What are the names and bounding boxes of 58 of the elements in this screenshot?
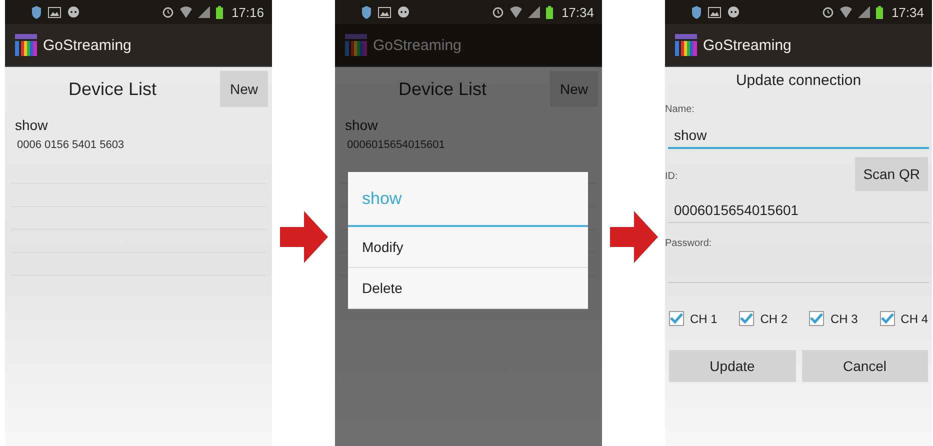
scan-qr-button[interactable]: Scan QR	[855, 157, 928, 191]
signal-icon	[858, 6, 870, 18]
field-label: ID:	[665, 170, 678, 182]
app-title: GoStreaming	[373, 36, 462, 54]
checkmark-icon	[670, 313, 683, 324]
field-label: Password:	[665, 236, 712, 248]
app-logo-icon	[343, 32, 369, 58]
clock-time: 17:16	[231, 4, 264, 20]
screen-title: Device List	[67, 78, 158, 100]
menu-item[interactable]: Modify	[348, 227, 588, 268]
clock-time: 17:34	[561, 4, 594, 20]
image-icon	[378, 6, 391, 18]
device-id: 0006 0156 5401 5603	[16, 138, 126, 153]
shield-icon	[31, 6, 42, 18]
right-arrow-icon	[280, 211, 328, 263]
battery-icon	[216, 6, 224, 18]
battery-icon	[876, 6, 884, 18]
app-title: GoStreaming	[703, 36, 792, 54]
input-field[interactable]: 0006015654015601	[668, 197, 929, 223]
form-button[interactable]: Cancel	[802, 350, 928, 382]
wifi-icon	[840, 6, 852, 18]
channel-checkbox[interactable]: CH 3	[809, 311, 858, 326]
new-button[interactable]: New	[220, 71, 268, 107]
app-title: GoStreaming	[43, 36, 132, 54]
menu-item[interactable]: Delete	[348, 268, 588, 309]
input-field[interactable]: show	[668, 123, 929, 149]
alarm-icon	[162, 6, 174, 18]
chat-icon	[727, 6, 740, 18]
alarm-icon	[822, 6, 834, 18]
channel-checkbox[interactable]: CH 1	[669, 311, 718, 326]
field-label: Name:	[665, 102, 694, 114]
channel-checkbox[interactable]: CH 4	[880, 311, 928, 326]
wifi-icon	[180, 6, 192, 18]
device-id: 0006015654015601	[346, 138, 446, 153]
signal-icon	[528, 6, 540, 18]
signal-icon	[198, 6, 210, 18]
battery-icon	[546, 6, 554, 18]
app-logo-icon	[13, 32, 39, 58]
shield-icon	[691, 6, 702, 18]
image-icon	[708, 6, 721, 18]
menu-title: show	[348, 172, 588, 227]
shield-icon	[361, 6, 372, 18]
screen-title: Update connection	[734, 71, 862, 91]
channel-checkbox[interactable]: CH 2	[739, 311, 788, 326]
checkmark-icon	[880, 313, 894, 324]
form-button[interactable]: Update	[669, 350, 796, 382]
screen-title: Device List	[397, 78, 488, 100]
clock-time: 17:34	[891, 4, 924, 20]
alarm-icon	[492, 6, 504, 18]
checkmark-icon	[810, 313, 824, 324]
chat-icon	[397, 6, 410, 18]
chat-icon	[67, 6, 80, 18]
wifi-icon	[510, 6, 522, 18]
app-logo-icon	[673, 32, 699, 58]
checkmark-icon	[740, 313, 754, 324]
right-arrow-icon	[610, 211, 658, 263]
image-icon	[48, 6, 61, 18]
device-name[interactable]: show	[5, 111, 272, 135]
